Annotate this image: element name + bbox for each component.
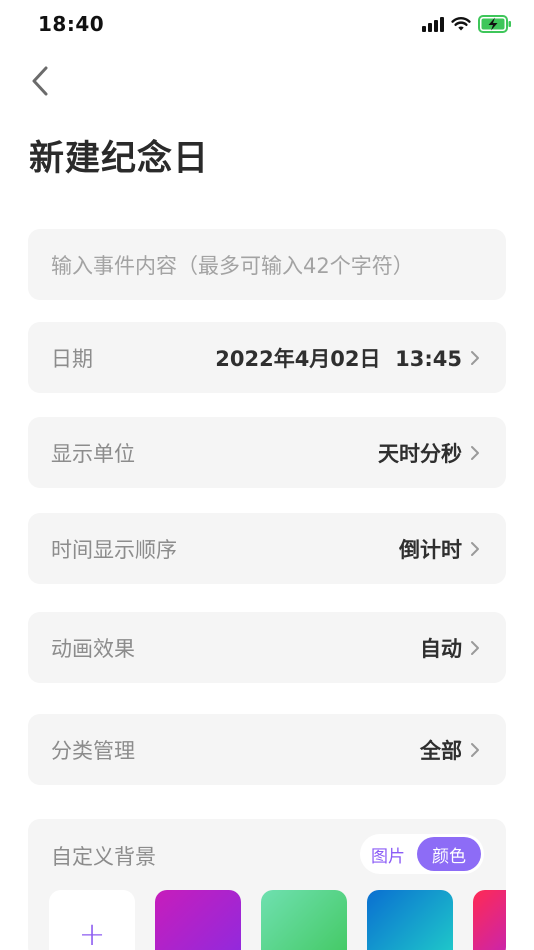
add-background-button[interactable]: +: [49, 890, 135, 950]
color-swatch[interactable]: [261, 890, 347, 950]
wifi-icon: [451, 16, 471, 36]
status-bar: 18:40: [0, 0, 534, 50]
display-unit-value: 天时分秒: [378, 441, 462, 466]
color-swatch[interactable]: [473, 890, 506, 950]
event-content-input[interactable]: 输入事件内容（最多可输入42个字符）: [28, 229, 506, 300]
signal-icon: [422, 16, 444, 36]
custom-background-label: 自定义背景: [51, 845, 156, 869]
category-label: 分类管理: [51, 738, 135, 763]
chevron-right-icon: [470, 541, 480, 557]
color-swatch[interactable]: [367, 890, 453, 950]
chevron-right-icon: [470, 445, 480, 461]
date-label: 日期: [51, 346, 93, 371]
display-unit-row[interactable]: 显示单位 天时分秒: [28, 417, 506, 488]
status-time: 18:40: [38, 12, 105, 36]
tab-image[interactable]: 图片: [371, 842, 405, 867]
chevron-right-icon: [470, 742, 480, 758]
chevron-right-icon: [470, 640, 480, 656]
event-content-placeholder: 输入事件内容（最多可输入42个字符）: [51, 253, 414, 278]
category-value: 全部: [420, 738, 462, 763]
animation-effect-value: 自动: [420, 636, 462, 661]
plus-icon: +: [78, 915, 106, 950]
date-row[interactable]: 日期 2022年4月02日 13:45: [28, 322, 506, 393]
tab-color[interactable]: 颜色: [417, 837, 481, 871]
chevron-left-icon: [30, 65, 50, 101]
chevron-right-icon: [470, 350, 480, 366]
animation-effect-row[interactable]: 动画效果 自动: [28, 612, 506, 683]
display-unit-label: 显示单位: [51, 441, 135, 466]
battery-charging-icon: [478, 15, 512, 37]
status-icons: [422, 15, 512, 37]
back-button[interactable]: [22, 64, 58, 102]
category-row[interactable]: 分类管理 全部: [28, 714, 506, 785]
time-order-label: 时间显示顺序: [51, 537, 177, 562]
time-order-row[interactable]: 时间显示顺序 倒计时: [28, 513, 506, 584]
date-value: 2022年4月02日 13:45: [215, 346, 462, 371]
color-swatch[interactable]: [155, 890, 241, 950]
animation-effect-label: 动画效果: [51, 636, 135, 661]
time-order-value: 倒计时: [399, 537, 462, 562]
custom-background-card: 自定义背景 图片 颜色 +: [28, 819, 506, 950]
background-type-toggle: 图片 颜色: [360, 834, 484, 874]
page-title: 新建纪念日: [29, 139, 210, 179]
